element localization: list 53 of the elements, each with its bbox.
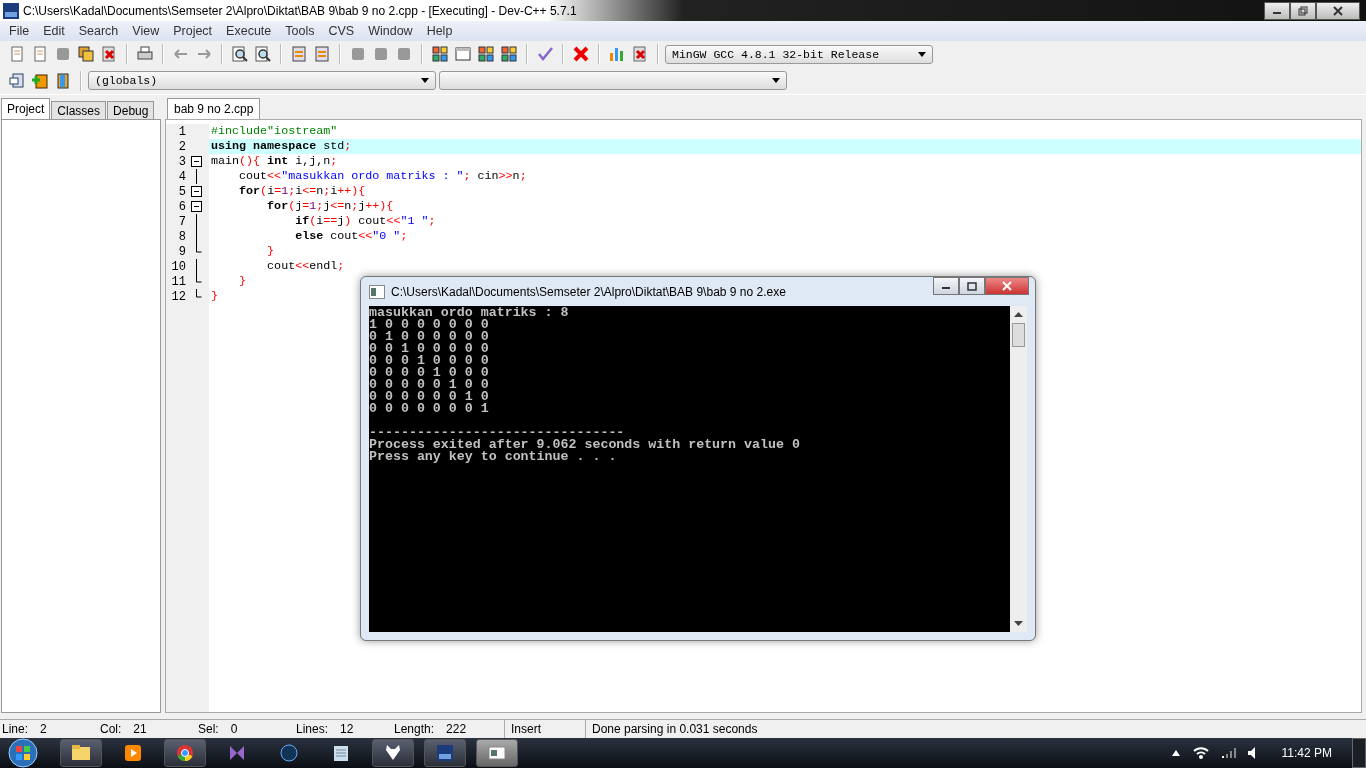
menu-item[interactable]: Window xyxy=(361,24,420,38)
status-value: 0 xyxy=(230,722,238,736)
panel-tab[interactable]: Debug xyxy=(107,101,155,119)
menu-item[interactable]: CVS xyxy=(321,24,362,38)
code-line: } xyxy=(238,274,247,289)
code-line: #include"iostream" xyxy=(210,124,338,139)
status-value: 222 xyxy=(446,722,467,736)
status-value: 2 xyxy=(40,722,47,736)
console-title: C:\Users\Kadal\Documents\Semseter 2\Alpro\Diktat\BAB 9\bab 9 no 2.exe xyxy=(391,284,786,299)
line-number: 4 xyxy=(177,169,186,184)
window-title: C:\Users\Kadal\Documents\Semseter 2\Alpro\Diktat\BAB 9\bab 9 no 2.cpp - [Executing] - Dev-C++ 5.7.1 xyxy=(23,3,577,18)
menu-item[interactable]: Tools xyxy=(278,24,322,38)
code-line: cout<<endl; xyxy=(266,259,345,274)
line-number: 9 xyxy=(177,244,186,259)
code-line: for(i=1;i<=n;i++){ xyxy=(238,184,366,199)
code-line: cout<<"masukkan ordo matriks : "; cin>>n; xyxy=(238,169,527,184)
menu-item[interactable]: Execute xyxy=(219,24,279,38)
menu-item[interactable]: Help xyxy=(419,24,460,38)
code-line: } xyxy=(266,244,275,259)
compiler-dropdown[interactable]: MinGW GCC 4.8.1 32-bit Release xyxy=(665,44,933,64)
line-number: 3 xyxy=(177,154,186,169)
console-output: masukkan ordo matriks : 8 1 0 0 0 0 0 0 0 0 1 0 0 0 0 0 0 0 0 1 0 0 0 0 0 0 0 0 1 0 0 0 0 0 0 0 0 1 0 0 0 0 0 0 0 0 1 0 0 0 0 0 0 0 0 1 0 0 0 0 0 0 0 0 1 -------------------------------- Process exited after 9.062 seconds with return value 0 Press any key to continue . . . xyxy=(369,306,801,466)
line-number: 11 xyxy=(170,274,186,289)
line-number: 12 xyxy=(170,289,186,304)
code-line: } xyxy=(210,289,218,304)
menu-item[interactable]: View xyxy=(125,24,167,38)
status-label: Line: xyxy=(2,722,29,736)
line-number: 6 xyxy=(177,199,186,214)
line-number: 10 xyxy=(170,259,186,274)
status-label: Sel: xyxy=(198,722,219,736)
code-line: main(){ int i,j,n; xyxy=(210,154,338,169)
panel-tab[interactable]: Classes xyxy=(51,101,107,119)
line-number: 5 xyxy=(177,184,186,199)
status-label: Length: xyxy=(394,722,435,736)
menu-item[interactable]: Search xyxy=(71,24,126,38)
status-value: 21 xyxy=(133,722,147,736)
code-line: if(i==j) cout<<"1 "; xyxy=(294,214,436,229)
line-number: 2 xyxy=(177,139,186,154)
status-label: Col: xyxy=(100,722,122,736)
line-number: 1 xyxy=(177,124,186,139)
file-tab[interactable]: bab 9 no 2.cpp xyxy=(167,98,261,119)
code-line: else cout<<"0 "; xyxy=(294,229,408,244)
status-label: Lines: xyxy=(296,722,329,736)
menu-item[interactable]: Project xyxy=(166,24,220,38)
status-value: 12 xyxy=(340,722,354,736)
line-number: 8 xyxy=(177,229,186,244)
scope-dropdown[interactable]: (globals) xyxy=(88,71,436,90)
clock[interactable]: 11:42 PM xyxy=(1281,746,1332,760)
line-number: 7 xyxy=(177,214,186,229)
menu-item[interactable]: File xyxy=(2,24,37,38)
menu-item[interactable]: Edit xyxy=(36,24,72,38)
panel-tab[interactable]: Project xyxy=(1,98,51,119)
code-line: for(j=1;j<=n;j++){ xyxy=(266,199,394,214)
